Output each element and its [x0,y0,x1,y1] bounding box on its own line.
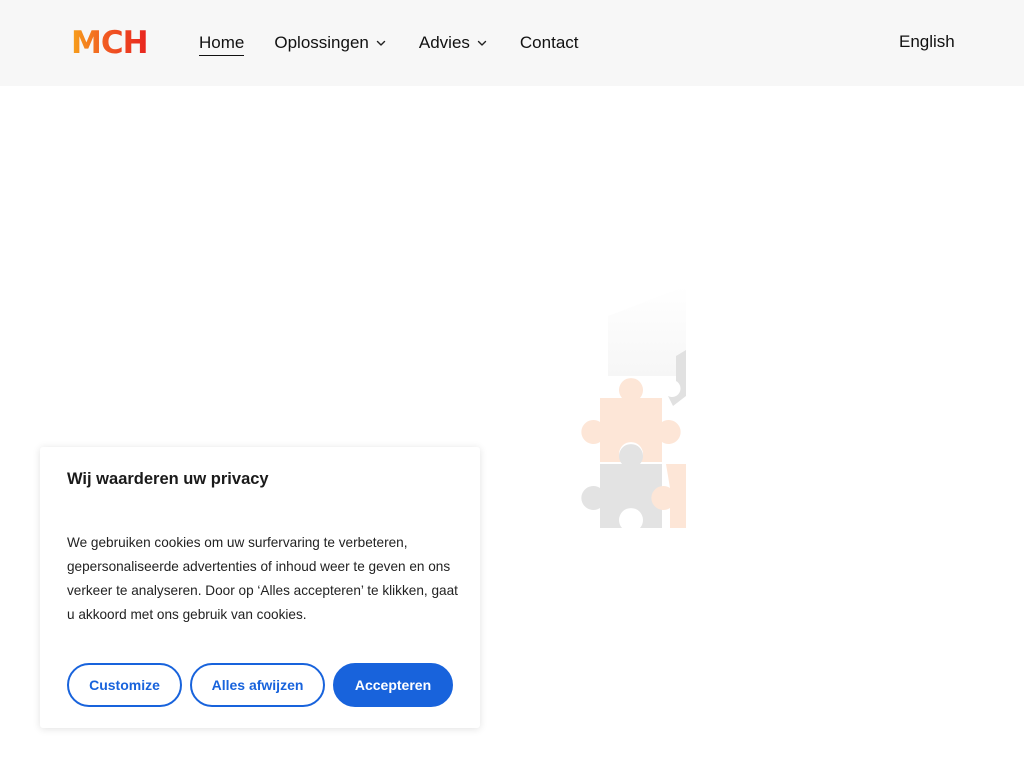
nav-item-label: Contact [519,33,579,52]
cookie-title: Wij waarderen uw privacy [67,470,269,488]
nav-item-label: Home [199,32,245,52]
nav-item-contact[interactable]: Contact [520,30,579,56]
nav-item-oplossingen[interactable]: Oplossingen [274,30,387,56]
cookie-description: We gebruiken cookies om uw surfervaring … [67,535,458,622]
language-switch[interactable]: English [899,32,955,52]
cookie-consent-banner: Wij waarderen uw privacy We gebruiken co… [40,447,480,728]
chevron-down-icon [477,40,487,46]
reject-all-button[interactable]: Alles afwijzen [190,663,325,707]
nav-item-label: Oplossingen [274,33,369,52]
chevron-down-icon [376,40,386,46]
mch-logo[interactable]: MCH [71,25,149,61]
nav-item-advies[interactable]: Advies [419,30,488,56]
nav-item-label: Advies [418,33,470,52]
nav-item-home[interactable]: Home [199,30,245,56]
customize-button[interactable]: Customize [67,663,182,707]
accept-button[interactable]: Accepteren [333,663,453,707]
main-nav: Home Oplossingen Advies Contact [199,30,579,56]
site-header: MCH Home Oplossingen Advies Contact Engl… [0,0,1024,86]
puzzle-pieces-illustration [581,286,686,528]
logo-text: MCH [71,25,149,61]
